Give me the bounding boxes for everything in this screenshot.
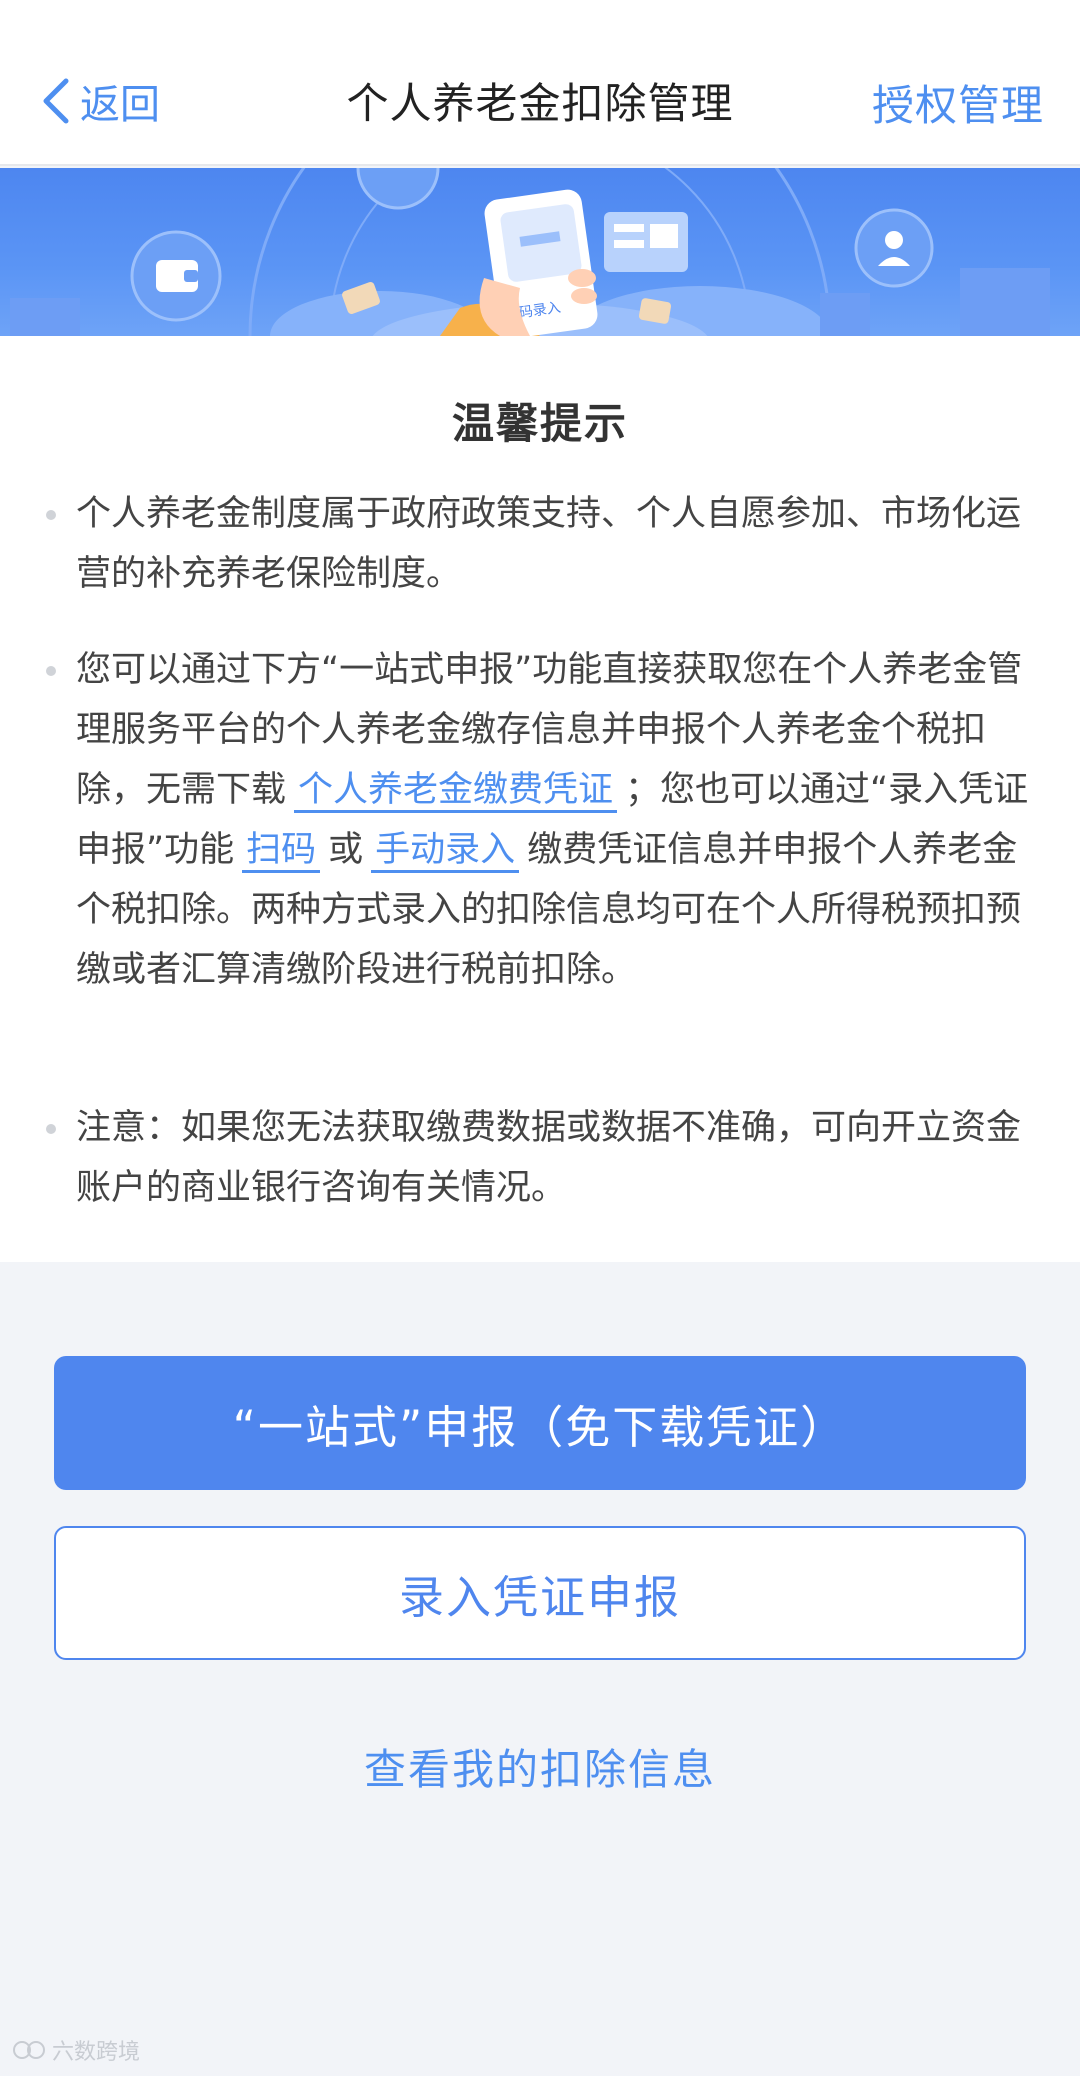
tip-text: 注意：如果您无法获取缴费数据或数据不准确，可向开立资金账户的商业银行咨询有关情况…	[76, 1108, 1022, 1208]
watermark: 六数跨境	[12, 2034, 140, 2066]
tips-title: 温馨提示	[451, 399, 628, 448]
scan-link[interactable]: 扫码	[242, 830, 321, 873]
view-my-deductions-link[interactable]: 查看我的扣除信息	[0, 1736, 1080, 1797]
payment-voucher-link[interactable]: 个人养老金缴费凭证	[294, 770, 618, 813]
auth-management-button[interactable]: 授权管理	[872, 72, 1044, 133]
nav-bar: 返回 个人养老金扣除管理 授权管理	[0, 0, 1080, 166]
tips-section: 温馨提示 个人养老金制度属于政府政策支持、个人自愿参加、市场化运营的补充养老保险…	[0, 336, 1080, 1262]
tip-item: 个人养老金制度属于政府政策支持、个人自愿参加、市场化运营的补充养老保险制度。	[46, 484, 1036, 604]
person-icon	[854, 208, 934, 288]
bullet-dot	[46, 510, 56, 520]
enter-voucher-declare-button[interactable]: 录入凭证申报	[54, 1526, 1026, 1660]
tip-text: 个人养老金制度属于政府政策支持、个人自愿参加、市场化运营的补充养老保险制度。	[76, 494, 1022, 594]
tip-item: 您可以通过下方“一站式申报”功能直接获取您在个人养老金管理服务平台的个人养老金缴…	[46, 640, 1036, 1000]
one-stop-declare-button[interactable]: “一站式”申报（免下载凭证）	[54, 1356, 1026, 1490]
bullet-dot	[46, 666, 56, 676]
scan-phone-icon: 扫码录入	[440, 189, 598, 336]
tip-item: 注意：如果您无法获取缴费数据或数据不准确，可向开立资金账户的商业银行咨询有关情况…	[46, 1098, 1036, 1218]
bullet-dot	[46, 1124, 56, 1134]
watermark-logo-icon	[13, 2041, 45, 2059]
manual-entry-link[interactable]: 手动录入	[371, 830, 520, 873]
banner: 扫码录入	[0, 168, 1080, 336]
wallet-icon	[130, 230, 222, 322]
banner-illustration: 扫码录入	[10, 168, 1050, 336]
watermark-text: 六数跨境	[52, 2040, 141, 2065]
tip-text: 或	[328, 830, 364, 870]
